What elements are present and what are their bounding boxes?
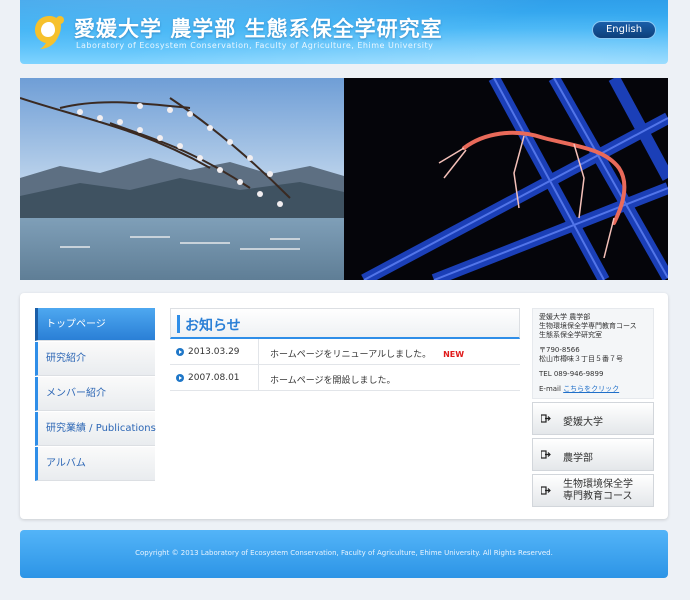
exit-arrow-icon: [541, 450, 551, 459]
news-title: お知らせ: [185, 318, 241, 334]
org-line: 生態系保全学研究室: [539, 331, 602, 339]
link-label-line: 生物環境保全学: [563, 479, 633, 490]
site-footer: Copyright © 2013 Laboratory of Ecosystem…: [20, 530, 668, 578]
news-item: 2007.08.01 ホームページを開設しました。: [170, 365, 520, 391]
sidebar-item-album[interactable]: アルバム: [35, 447, 155, 481]
copyright-text: Copyright © 2013 Laboratory of Ecosystem…: [135, 549, 553, 557]
link-label-line: 専門教育コース: [563, 491, 633, 502]
landscape-photo: [20, 78, 344, 280]
contact-column: 愛媛大学 農学部 生物環境保全学専門教育コース 生態系保全学研究室 〒790-8…: [532, 308, 654, 507]
content-box: トップページ 研究紹介 メンバー紹介 研究業績 / Publications ア…: [20, 293, 668, 519]
sidebar-nav: トップページ 研究紹介 メンバー紹介 研究業績 / Publications ア…: [35, 308, 156, 482]
link-label: 農学部: [563, 453, 593, 464]
news-text: ホームページを開設しました。: [270, 376, 396, 386]
hero-banner: [20, 78, 668, 280]
phone: TEL 089-946-9899: [539, 370, 604, 378]
email-row: E-mail こちらをクリック: [539, 385, 647, 394]
street-address: 松山市樽味３丁目５番７号: [539, 355, 623, 363]
link-ehime-university[interactable]: 愛媛大学: [532, 402, 654, 435]
sidebar-item-members[interactable]: メンバー紹介: [35, 377, 155, 411]
site-subtitle: Laboratory of Ecosystem Conservation, Fa…: [76, 41, 434, 50]
news-divider: [258, 339, 259, 365]
shrimp-photo: [344, 78, 668, 280]
email-label: E-mail: [539, 385, 561, 393]
university-logo-icon: [35, 16, 64, 49]
org-line: 愛媛大学 農学部: [539, 313, 591, 321]
exit-arrow-icon: [541, 486, 551, 495]
english-button[interactable]: English: [592, 21, 656, 39]
news-header: お知らせ: [170, 308, 520, 339]
postal-code: 〒790-8566: [539, 346, 580, 354]
email-link[interactable]: こちらをクリック: [563, 385, 619, 393]
news-item: 2013.03.29 ホームページをリニューアルしました。 NEW: [170, 339, 520, 365]
link-label: 愛媛大学: [563, 417, 603, 428]
site-title: 愛媛大学 農学部 生態系保全学研究室: [74, 17, 443, 41]
news-text: ホームページをリニューアルしました。 NEW: [270, 347, 464, 360]
sidebar-item-research[interactable]: 研究紹介: [35, 342, 155, 376]
sidebar-item-publications[interactable]: 研究業績 / Publications: [35, 412, 156, 446]
new-badge: NEW: [443, 350, 465, 359]
news-divider: [258, 365, 259, 391]
org-line: 生物環境保全学専門教育コース: [539, 322, 637, 330]
news-text-content: ホームページをリニューアルしました。: [270, 350, 432, 360]
news-date: 2013.03.29: [188, 347, 240, 357]
bullet-arrow-icon: [176, 374, 184, 382]
news-date: 2007.08.01: [188, 373, 240, 383]
news-section: お知らせ 2013.03.29 ホームページをリニューアルしました。 NEW 20…: [170, 308, 520, 391]
contact-address: 愛媛大学 農学部 生物環境保全学専門教育コース 生態系保全学研究室 〒790-8…: [532, 308, 654, 399]
link-agriculture-faculty[interactable]: 農学部: [532, 438, 654, 471]
bullet-arrow-icon: [176, 348, 184, 356]
site-header: 愛媛大学 農学部 生態系保全学研究室 Laboratory of Ecosyst…: [20, 0, 668, 64]
exit-arrow-icon: [541, 414, 551, 423]
sidebar-item-top[interactable]: トップページ: [35, 308, 155, 341]
link-environment-course[interactable]: 生物環境保全学 専門教育コース: [532, 474, 654, 507]
link-label: 生物環境保全学 専門教育コース: [563, 479, 633, 503]
